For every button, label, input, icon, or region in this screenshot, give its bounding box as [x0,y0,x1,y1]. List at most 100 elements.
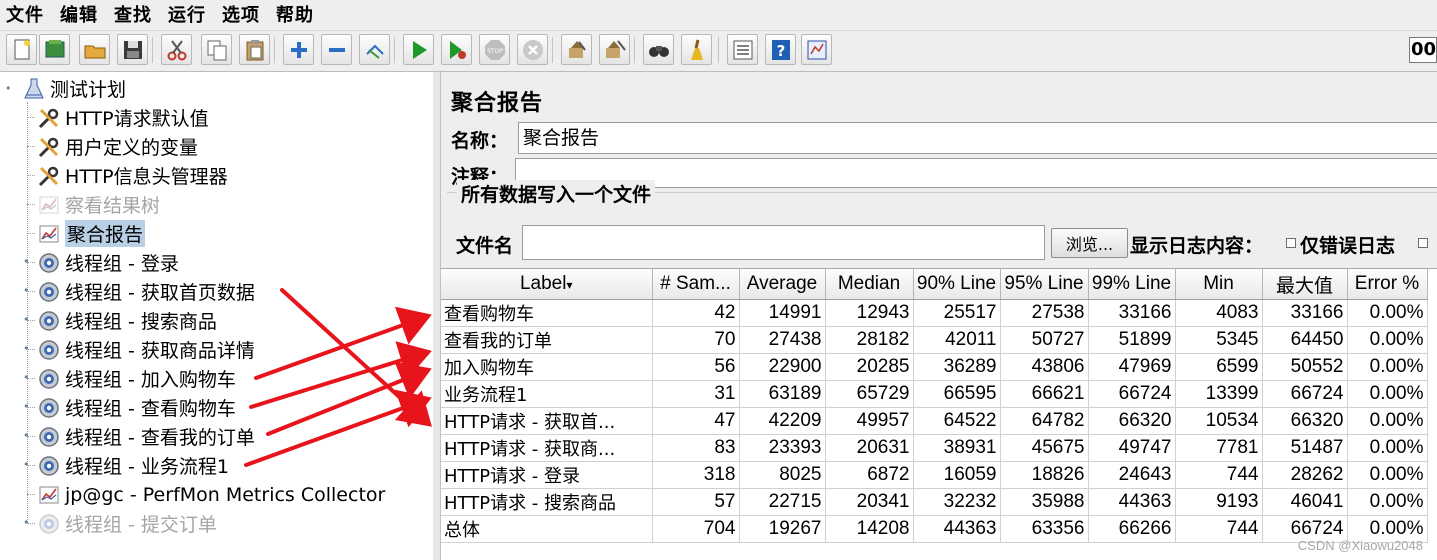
table-row[interactable]: 总体 704 19267 14208 44363 63356 66266 744 66724 0.… [441,515,1428,543]
table-cell: 44363 [913,515,1001,543]
table-cell: 38931 [913,434,1001,462]
menu-item-1[interactable]: 编辑 [52,1,106,27]
open-button[interactable] [79,34,110,65]
name-field[interactable]: 聚合报告 [518,122,1437,154]
table-row[interactable]: HTTP请求 - 登录 318 8025 6872 16059 18826 24643 744… [441,461,1428,489]
tree-expand-toggle[interactable]: • [23,430,32,441]
results-table: Label▾ # Sam... Average Median 90% Line 95% L… [441,269,1428,543]
table-cell: 42209 [739,407,826,435]
results-table-container[interactable]: Label▾ # Sam... Average Median 90% Line 95% L… [441,268,1437,560]
column-header[interactable]: 最大值 [1262,269,1348,300]
tree-node[interactable]: 察看结果树 [35,190,160,219]
row-label-cell: 业务流程1 [441,380,653,408]
tree-node[interactable]: 线程组 - 登录 [35,248,179,277]
tree-expand-toggle[interactable]: • [23,314,32,325]
successes-only-checkbox[interactable] [1418,238,1428,248]
function-helper-button[interactable] [727,34,758,65]
table-row[interactable]: HTTP请求 - 获取商... 83 23393 20631 38931 45675 497… [441,434,1428,462]
help-button[interactable]: ? [765,34,796,65]
table-cell: 6599 [1175,353,1263,381]
column-header[interactable]: 99% Line [1088,269,1176,300]
table-row[interactable]: HTTP请求 - 搜索商品 57 22715 20341 32232 35988 44363… [441,488,1428,516]
column-header[interactable]: Min [1175,269,1263,300]
tree-expand-toggle[interactable]: • [23,517,32,528]
start-button[interactable] [403,34,434,65]
logger-icon [807,40,826,59]
errors-only-checkbox[interactable] [1286,238,1296,248]
clear-button[interactable] [561,34,592,65]
table-cell: 66621 [1000,380,1089,408]
table-cell: 31 [652,380,740,408]
tree-expand-toggle[interactable]: • [23,285,32,296]
tree-root-toggle[interactable]: • [5,83,14,94]
table-row[interactable]: 查看购物车 42 14991 12943 25517 27538 33166 4083 3316… [441,299,1428,327]
tree-expand-toggle[interactable]: • [23,372,32,383]
collapse-button[interactable] [321,34,352,65]
browse-button[interactable]: 浏览... [1051,228,1128,258]
filename-label: 文件名 [456,235,514,257]
tree-root-test-plan[interactable]: 测试计划 [20,74,126,103]
tree-node[interactable]: HTTP请求默认值 [35,103,209,132]
filename-field[interactable] [522,225,1045,260]
tree-expand-toggle[interactable]: • [23,459,32,470]
menu-item-5[interactable]: 帮助 [268,1,322,27]
table-cell: 28262 [1262,461,1348,489]
table-row[interactable]: 查看我的订单 70 27438 28182 42011 50727 51899 5345 644… [441,326,1428,354]
tree-node[interactable]: 用户定义的变量 [35,132,198,161]
expand-button[interactable] [283,34,314,65]
column-header[interactable]: Label▾ [441,269,653,300]
split-pane-divider[interactable] [433,72,441,560]
table-cell: 47969 [1088,353,1176,381]
tree-node-label: 用户定义的变量 [65,137,199,159]
toggle-button[interactable] [359,34,390,65]
clear-all-button[interactable] [599,34,630,65]
menu-item-2[interactable]: 查找 [106,1,160,27]
tree-node[interactable]: 线程组 - 查看我的订单 [35,422,255,451]
paste-button[interactable] [239,34,270,65]
column-header[interactable]: Average [739,269,826,300]
tree-node[interactable]: 线程组 - 获取商品详情 [35,335,255,364]
tree-node[interactable]: 线程组 - 获取首页数据 [35,277,255,306]
tree-node[interactable]: 线程组 - 加入购物车 [35,364,236,393]
table-row[interactable]: 加入购物车 56 22900 20285 36289 43806 47969 6599 5055… [441,353,1428,381]
save-button[interactable] [117,34,148,65]
tree-node[interactable]: 线程组 - 提交订单 [35,509,217,538]
column-header[interactable]: Median [825,269,914,300]
templates-button[interactable] [39,34,70,65]
table-row[interactable]: 业务流程1 31 63189 65729 66595 66621 66724 13399 667… [441,380,1428,408]
table-cell: 32232 [913,488,1001,516]
new-button[interactable] [6,34,37,65]
tree-node[interactable]: 线程组 - 业务流程1 [35,451,229,480]
panel-title: 聚合报告 [451,91,544,116]
logger-button[interactable] [801,34,832,65]
table-cell: 63189 [739,380,826,408]
copy-button[interactable] [201,34,232,65]
stop-button[interactable]: STOP [479,34,510,65]
column-header[interactable]: 95% Line [1000,269,1089,300]
tree-node[interactable]: HTTP信息头管理器 [35,161,228,190]
column-header[interactable]: # Sam... [652,269,740,300]
tree-node[interactable]: 线程组 - 查看购物车 [35,393,236,422]
cut-button[interactable] [161,34,192,65]
search-button[interactable] [643,34,674,65]
table-cell: 4083 [1175,299,1263,327]
table-row[interactable]: HTTP请求 - 获取首... 47 42209 49957 64522 64782 663… [441,407,1428,435]
menu-item-0[interactable]: 文件 [0,1,52,27]
reset-search-button[interactable] [681,34,712,65]
test-plan-tree[interactable]: 测试计划 • HTTP请求默认值用户定义的变量 HTTP信息头管理器 察看结果树 聚合报告… [0,72,434,560]
tree-connector [27,204,35,205]
tree-expand-toggle[interactable]: • [23,256,32,267]
menu-item-3[interactable]: 运行 [160,1,214,27]
column-header[interactable]: 90% Line [913,269,1001,300]
column-header[interactable]: Error % [1347,269,1428,300]
shutdown-button[interactable] [517,34,548,65]
tree-expand-toggle[interactable]: • [23,343,32,354]
tree-node[interactable]: 线程组 - 搜索商品 [35,306,217,335]
tree-expand-toggle[interactable]: • [23,401,32,412]
start-no-pause-button[interactable] [441,34,472,65]
table-cell: 70 [652,326,740,354]
menu-item-4[interactable]: 选项 [214,1,268,27]
tree-node[interactable]: 聚合报告 [35,219,146,248]
tree-node[interactable]: jp@gc - PerfMon Metrics Collector [35,480,385,509]
tree-node-label: 线程组 - 提交订单 [65,514,217,536]
